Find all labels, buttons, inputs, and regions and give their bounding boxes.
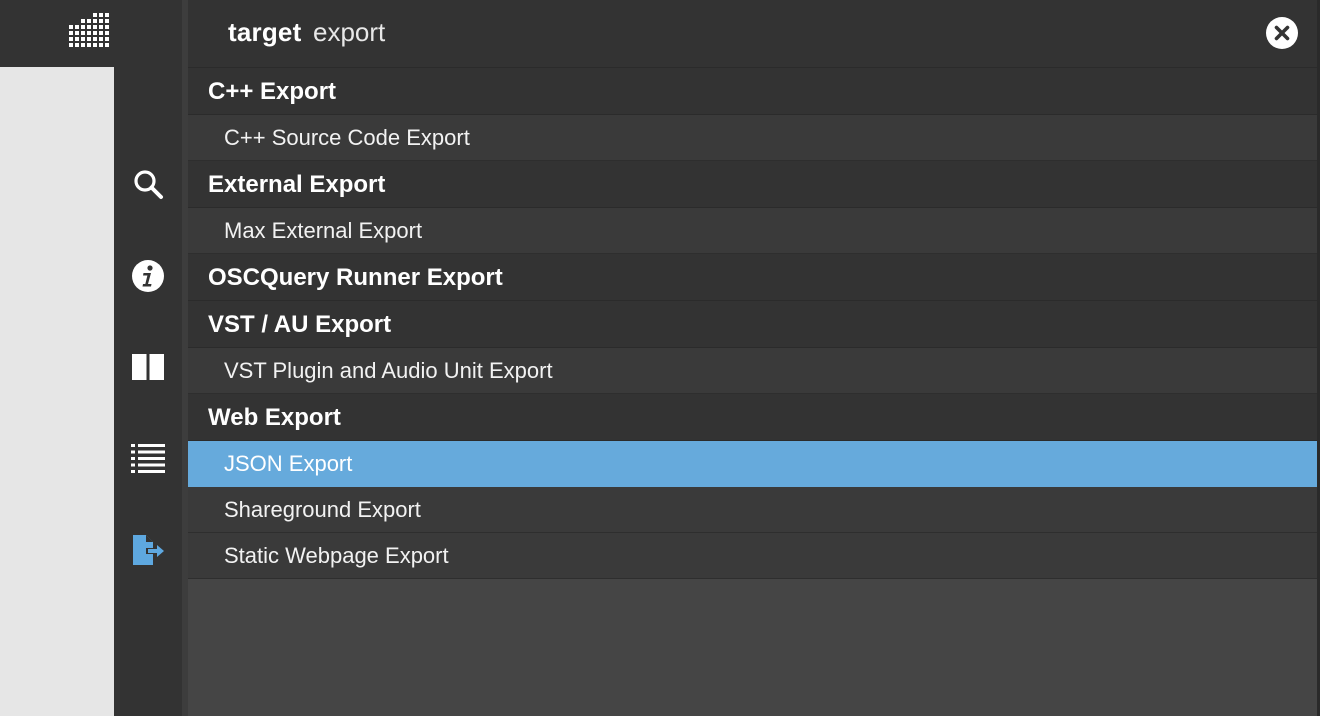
search-panel: target C++ Export C++ Source Code Export… [188,0,1317,716]
search-bar: target [188,0,1317,68]
group-header: Web Export [188,394,1317,441]
list-item[interactable]: Shareground Export [188,487,1317,533]
export-icon[interactable] [130,533,166,569]
patcher-canvas[interactable] [0,67,114,716]
group-header: OSCQuery Runner Export [188,254,1317,301]
group-header: VST / AU Export [188,301,1317,348]
top-left-bar [0,0,186,67]
list-item[interactable]: Max External Export [188,208,1317,254]
list-item[interactable]: C++ Source Code Export [188,115,1317,161]
sidebar [114,67,182,716]
list-icon[interactable] [130,441,166,477]
close-icon[interactable] [1266,17,1298,49]
results-list: C++ Export C++ Source Code Export Extern… [188,68,1317,579]
search-scope-label: target [228,17,302,47]
search-icon[interactable] [130,166,166,202]
search-input[interactable] [313,13,1213,51]
group-header: External Export [188,161,1317,208]
list-item-selected[interactable]: JSON Export [188,441,1317,487]
info-icon[interactable] [130,258,166,294]
list-item[interactable]: Static Webpage Export [188,533,1317,579]
list-item[interactable]: VST Plugin and Audio Unit Export [188,348,1317,394]
columns-icon[interactable] [130,349,166,385]
app-logo-icon[interactable] [67,13,109,58]
group-header: C++ Export [188,68,1317,115]
